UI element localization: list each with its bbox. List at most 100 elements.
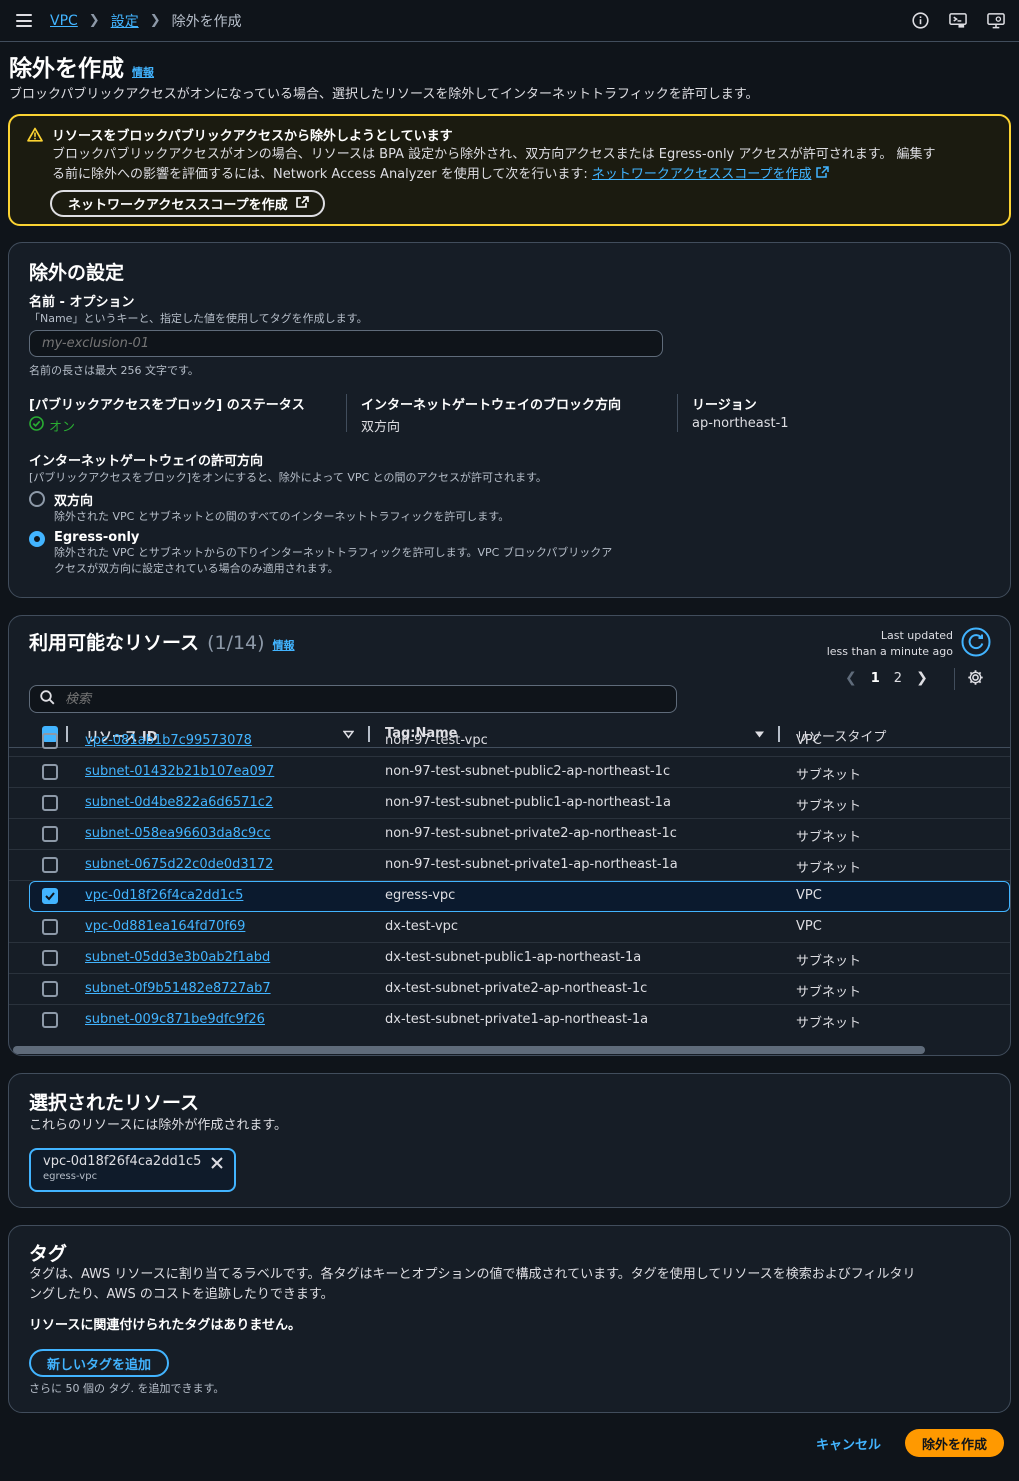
allow-direction-label: インターネットゲートウェイの許可方向 xyxy=(29,454,264,469)
warning-triangle-icon xyxy=(27,127,43,146)
radio-egress-only-control[interactable] xyxy=(29,531,45,547)
resources-count: (1/14) xyxy=(207,632,265,654)
check-circle-icon xyxy=(29,416,44,435)
menu-icon[interactable] xyxy=(16,14,32,27)
chevron-right-icon[interactable]: ❯ xyxy=(916,670,928,686)
row-checkbox[interactable] xyxy=(42,764,58,780)
table-row[interactable]: vpc-0d881ea164fd70f69 dx-test-vpc VPC xyxy=(9,912,1010,943)
table-row[interactable]: subnet-009c871be9dfc9f26 dx-test-subnet-… xyxy=(9,1005,1010,1036)
radio-bidirectional-label: 双方向 xyxy=(54,494,94,509)
table-row[interactable]: subnet-0f9b51482e8727ab7 dx-test-subnet-… xyxy=(9,974,1010,1005)
breadcrumb-vpc[interactable]: VPC xyxy=(50,13,78,29)
name-hint: 「Name」というキーと、指定した値を使用してタグを作成します。 xyxy=(29,312,368,325)
resource-type: VPC xyxy=(796,919,822,934)
warning-body: ブロックパブリックアクセスがオンの場合、リソースは BPA 設定から除外され、双… xyxy=(52,145,995,185)
resource-id-link[interactable]: subnet-05dd3e3b0ab2f1abd xyxy=(85,950,270,965)
resource-id-link[interactable]: subnet-058ea96603da8c9cc xyxy=(85,826,271,841)
selected-resources-title: 選択されたリソース xyxy=(29,1092,200,1114)
close-icon[interactable] xyxy=(210,1156,224,1174)
resource-type: サブネット xyxy=(796,954,862,969)
table-row[interactable]: subnet-0675d22c0de0d3172 non-97-test-sub… xyxy=(9,850,1010,881)
scrollbar-thumb[interactable] xyxy=(13,1046,925,1054)
external-link-icon xyxy=(815,166,829,182)
row-checkbox[interactable] xyxy=(42,950,58,966)
info-link[interactable]: 情報 xyxy=(273,637,295,653)
network-access-scope-link[interactable]: ネットワークアクセススコープを作成 xyxy=(592,167,812,182)
gear-icon[interactable] xyxy=(967,669,984,690)
resource-type: サブネット xyxy=(796,985,862,1000)
resource-type: サブネット xyxy=(796,861,862,876)
refresh-icon[interactable] xyxy=(961,627,991,661)
row-checkbox[interactable] xyxy=(42,826,58,842)
region-value: ap-northeast-1 xyxy=(692,416,789,431)
resources-header: 利用可能なリソース (1/14) 情報 xyxy=(29,628,295,655)
radio-egress-only[interactable]: Egress-only 除外された VPC とサブネットからの下りインターネット… xyxy=(29,530,612,577)
breadcrumb-settings[interactable]: 設定 xyxy=(111,11,139,31)
page-2[interactable]: 2 xyxy=(894,671,902,686)
resource-id-link[interactable]: vpc-0d18f26f4ca2dd1c5 xyxy=(85,888,243,903)
table-row-selected[interactable]: vpc-0d18f26f4ca2dd1c5 egress-vpc VPC xyxy=(29,881,1010,912)
external-link-icon xyxy=(295,195,309,212)
tags-panel: タグ タグは、AWS リソースに割り当てるラベルです。各タグはキーとオプションの… xyxy=(8,1225,1011,1413)
search-field[interactable] xyxy=(29,685,677,713)
resource-id-link[interactable]: vpc-081ab1b7c99573078 xyxy=(85,733,252,748)
info-link[interactable]: 情報 xyxy=(132,64,154,80)
horizontal-scrollbar[interactable] xyxy=(13,1046,1006,1054)
page-1[interactable]: 1 xyxy=(871,671,880,686)
table-row[interactable]: subnet-05dd3e3b0ab2f1abd dx-test-subnet-… xyxy=(9,943,1010,974)
available-resources-panel: 利用可能なリソース (1/14) 情報 Last updated less th… xyxy=(8,615,1011,1056)
radio-bidirectional-control[interactable] xyxy=(29,491,45,507)
resource-tag-name: dx-test-subnet-public1-ap-northeast-1a xyxy=(385,950,642,965)
row-checkbox[interactable] xyxy=(42,733,58,749)
page-title: 除外を作成 xyxy=(9,56,124,82)
warning-body-line2-text: る前に除外への影響を評価するには、Network Access Analyzer… xyxy=(52,167,592,182)
resource-tag-name: non-97-test-subnet-public1-ap-northeast-… xyxy=(385,795,671,810)
info-circle-icon[interactable] xyxy=(911,11,929,29)
tags-remaining: さらに 50 個の タグ. を追加できます。 xyxy=(29,1382,225,1395)
chevron-right-icon: ❯ xyxy=(88,13,100,28)
row-checkbox[interactable] xyxy=(42,795,58,811)
igw-block-label: インターネットゲートウェイのブロック方向 xyxy=(361,398,622,413)
create-exclusion-button[interactable]: 除外を作成 xyxy=(905,1429,1005,1457)
resource-type: サブネット xyxy=(796,799,862,814)
row-checkbox[interactable] xyxy=(42,857,58,873)
create-network-access-scope-button[interactable]: ネットワークアクセススコープを作成 xyxy=(50,190,325,217)
resource-id-link[interactable]: vpc-0d881ea164fd70f69 xyxy=(85,919,245,934)
warning-body-line1: ブロックパブリックアクセスがオンの場合、リソースは BPA 設定から除外され、双… xyxy=(52,147,936,162)
add-tag-button[interactable]: 新しいタグを追加 xyxy=(29,1349,170,1377)
chevron-left-icon[interactable]: ❮ xyxy=(845,670,857,686)
table-row[interactable]: subnet-01432b21b107ea097 non-97-test-sub… xyxy=(9,757,1010,788)
cloudshell-icon[interactable] xyxy=(949,11,967,29)
resource-id-link[interactable]: subnet-0f9b51482e8727ab7 xyxy=(85,981,271,996)
name-label: 名前 - オプション xyxy=(29,295,135,310)
bpa-status-text: オン xyxy=(49,420,76,435)
resource-type: サブネット xyxy=(796,830,862,845)
table-row[interactable]: vpc-081ab1b7c99573078 non-97-test-vpc VP… xyxy=(9,726,1010,757)
resource-id-link[interactable]: subnet-01432b21b107ea097 xyxy=(85,764,274,779)
search-input[interactable] xyxy=(65,691,655,707)
bpa-status-column: [パブリックアクセスをブロック] のステータス オン xyxy=(29,394,305,435)
create-network-access-scope-label: ネットワークアクセススコープを作成 xyxy=(68,198,288,213)
column-divider xyxy=(677,394,678,432)
row-checkbox[interactable] xyxy=(42,919,58,935)
tags-description-line2: ングしたり、AWS のコストを追跡したりできます。 xyxy=(29,1287,334,1302)
region-label: リージョン xyxy=(692,398,757,413)
resource-id-link[interactable]: subnet-0675d22c0de0d3172 xyxy=(85,857,273,872)
resource-tag-name: dx-test-subnet-private2-ap-northeast-1c xyxy=(385,981,648,996)
bpa-status-label: [パブリックアクセスをブロック] のステータス xyxy=(29,398,305,413)
last-updated-value: less than a minute ago xyxy=(826,645,953,658)
resource-id-link[interactable]: subnet-0d4be822a6d6571c2 xyxy=(85,795,273,810)
row-checkbox[interactable] xyxy=(42,981,58,997)
tags-title: タグ xyxy=(29,1243,68,1265)
row-checkbox-checked[interactable] xyxy=(42,888,58,904)
last-updated-label: Last updated xyxy=(880,629,953,642)
row-checkbox[interactable] xyxy=(42,1012,58,1028)
table-row[interactable]: subnet-058ea96603da8c9cc non-97-test-sub… xyxy=(9,819,1010,850)
radio-bidirectional[interactable]: 双方向 除外された VPC とサブネットとの間のすべてのインターネットトラフィッ… xyxy=(29,490,509,525)
resource-id-link[interactable]: subnet-009c871be9dfc9f26 xyxy=(85,1012,265,1027)
monitor-icon[interactable] xyxy=(987,11,1005,29)
top-navigation-bar: VPC ❯ 設定 ❯ 除外を作成 xyxy=(0,0,1019,42)
table-row[interactable]: subnet-0d4be822a6d6571c2 non-97-test-sub… xyxy=(9,788,1010,819)
cancel-button[interactable]: キャンセル xyxy=(816,1434,881,1453)
name-input[interactable] xyxy=(29,330,663,357)
